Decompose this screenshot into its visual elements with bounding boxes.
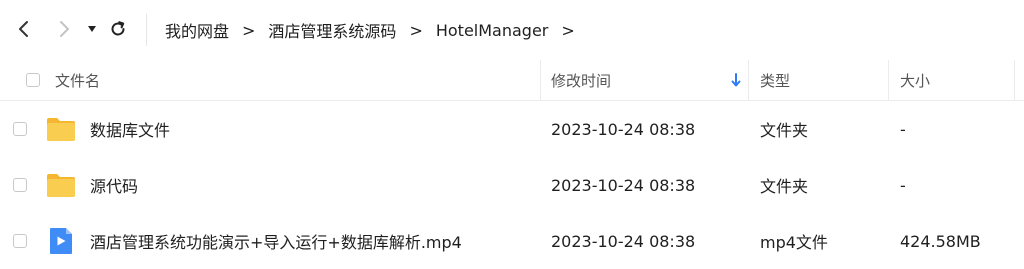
file-type: 文件夹 bbox=[760, 121, 809, 140]
table-row[interactable]: 酒店管理系统功能演示+导入运行+数据库解析.mp4 2023-10-24 08:… bbox=[0, 213, 1024, 269]
table-header: 文件名 修改时间 类型 大小 bbox=[0, 60, 1024, 101]
file-modified: 2023-10-24 08:38 bbox=[551, 175, 696, 195]
breadcrumb: 我的网盘 > 酒店管理系统源码 > HotelManager > bbox=[164, 17, 587, 43]
column-header-type[interactable]: 类型 bbox=[760, 60, 790, 100]
forward-button[interactable] bbox=[52, 17, 76, 41]
file-size: - bbox=[900, 119, 906, 139]
file-name[interactable]: 源代码 bbox=[90, 157, 138, 213]
refresh-button[interactable] bbox=[106, 17, 130, 41]
row-checkbox[interactable] bbox=[13, 122, 27, 136]
back-button[interactable] bbox=[12, 17, 36, 41]
breadcrumb-separator: > bbox=[561, 20, 575, 40]
file-name[interactable]: 酒店管理系统功能演示+导入运行+数据库解析.mp4 bbox=[90, 213, 462, 269]
table-row[interactable]: 源代码 2023-10-24 08:38 文件夹 - bbox=[0, 157, 1024, 213]
column-header-size[interactable]: 大小 bbox=[900, 60, 930, 100]
file-type: mp4文件 bbox=[760, 233, 828, 252]
chevron-left-icon bbox=[19, 21, 28, 37]
history-dropdown-button[interactable] bbox=[80, 17, 104, 41]
breadcrumb-item-root[interactable]: 我的网盘 bbox=[164, 18, 230, 42]
file-size: 424.58MB bbox=[900, 231, 981, 251]
column-header-name[interactable]: 文件名 bbox=[55, 60, 100, 100]
toolbar: 我的网盘 > 酒店管理系统源码 > HotelManager > bbox=[0, 0, 1024, 60]
breadcrumb-item-folder[interactable]: 酒店管理系统源码 bbox=[267, 18, 397, 42]
breadcrumb-separator: > bbox=[242, 20, 256, 40]
toolbar-divider bbox=[146, 14, 147, 46]
folder-icon bbox=[47, 174, 75, 197]
file-type: 文件夹 bbox=[760, 177, 809, 196]
breadcrumb-separator: > bbox=[409, 20, 423, 40]
file-name[interactable]: 数据库文件 bbox=[90, 101, 170, 157]
row-checkbox[interactable] bbox=[13, 178, 27, 192]
table-row[interactable]: 数据库文件 2023-10-24 08:38 文件夹 - bbox=[0, 101, 1024, 157]
chevron-right-icon bbox=[60, 21, 69, 37]
refresh-icon bbox=[111, 21, 125, 36]
select-all-checkbox[interactable] bbox=[26, 73, 40, 87]
folder-icon bbox=[47, 118, 75, 141]
column-divider[interactable] bbox=[748, 60, 749, 100]
column-header-modified[interactable]: 修改时间 bbox=[551, 60, 611, 100]
video-file-icon bbox=[50, 228, 72, 254]
breadcrumb-item-current[interactable]: HotelManager bbox=[435, 21, 550, 40]
file-size: - bbox=[900, 175, 906, 195]
file-modified: 2023-10-24 08:38 bbox=[551, 231, 696, 251]
caret-down-icon bbox=[88, 26, 96, 32]
column-divider[interactable] bbox=[540, 60, 541, 100]
row-checkbox[interactable] bbox=[13, 234, 27, 248]
column-divider[interactable] bbox=[888, 60, 889, 100]
column-divider[interactable] bbox=[1014, 60, 1015, 100]
file-modified: 2023-10-24 08:38 bbox=[551, 119, 696, 139]
file-table: 文件名 修改时间 类型 大小 数据库文件 2023-10-24 08:38 文件… bbox=[0, 60, 1024, 269]
sort-down-arrow-icon[interactable] bbox=[730, 72, 742, 88]
